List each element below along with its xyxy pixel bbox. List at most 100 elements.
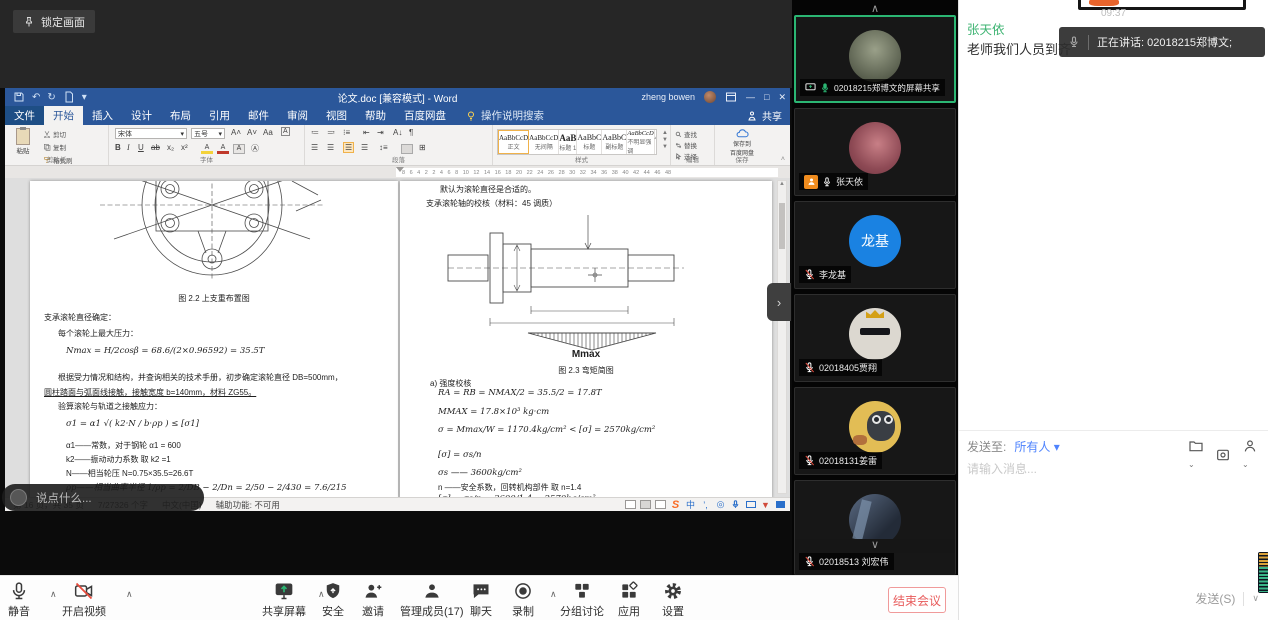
sogou-mic-icon[interactable] [730, 499, 741, 510]
start-video-button[interactable]: 开启视频 [62, 581, 106, 619]
breakout-rooms-button[interactable]: 分组讨论 [560, 581, 604, 619]
participant-tile[interactable]: 龙基 李龙基 [794, 201, 956, 289]
line-spacing-icon[interactable]: ↕≡ [379, 143, 388, 152]
enclose-char-icon[interactable]: Ⓐ [251, 143, 259, 154]
numbering-icon[interactable]: ≕ [327, 128, 335, 137]
video-options-chevron[interactable]: ∧ [126, 589, 133, 600]
sogou-emoji-icon[interactable]: ◎ [715, 499, 726, 510]
cut-button[interactable]: 剪切 [43, 129, 73, 139]
security-button[interactable]: 安全 [322, 581, 344, 619]
styles-up-icon[interactable]: ▲ [662, 130, 668, 136]
tab-layout[interactable]: 布局 [161, 106, 200, 125]
sogou-skin-icon[interactable]: ▼ [760, 499, 771, 510]
tab-file[interactable]: 文件 [5, 106, 44, 125]
style-normal[interactable]: AaBbCcD正文 [498, 130, 529, 154]
scrollbar-thumb[interactable] [779, 203, 785, 249]
mute-options-chevron[interactable]: ∧ [50, 589, 57, 600]
print-layout-icon[interactable] [640, 500, 651, 509]
align-center-icon[interactable]: ☰ [327, 143, 334, 152]
accessibility-status[interactable]: 辅助功能: 不可用 [216, 499, 280, 511]
sidebar-collapse-handle[interactable]: › [767, 283, 791, 321]
tab-view[interactable]: 视图 [317, 106, 356, 125]
record-button[interactable]: 录制 [512, 581, 534, 619]
sogou-punctuation-icon[interactable]: ’, [700, 499, 711, 510]
style-title[interactable]: AaBbC标题 [577, 130, 602, 154]
distribute-icon[interactable]: ☰ [361, 143, 368, 152]
multilevel-list-icon[interactable]: ⁝≡ [343, 128, 350, 137]
underline-button[interactable]: U [138, 143, 144, 152]
tab-baidu-netdisk[interactable]: 百度网盘 [395, 106, 455, 125]
show-marks-icon[interactable]: ¶ [409, 128, 413, 137]
send-button[interactable]: 发送(S) [1195, 590, 1235, 607]
highlight-color-icon[interactable]: A [201, 144, 213, 154]
participant-tile[interactable]: ∨ 02018513 刘宏伟 [794, 480, 956, 575]
record-options-chevron[interactable]: ∧ [550, 589, 557, 600]
scroll-up-arrow[interactable]: ▲ [778, 181, 786, 187]
char-border-icon[interactable]: A [281, 127, 290, 136]
scroll-up-chevron[interactable]: ∧ [792, 2, 958, 15]
find-button[interactable]: 查找 [675, 129, 697, 139]
account-name[interactable]: zheng bowen [641, 92, 695, 102]
sogou-keyboard-icon[interactable] [745, 499, 756, 510]
audience-select[interactable]: 所有人 ▾ [1014, 438, 1059, 455]
change-case-icon[interactable]: Aa [263, 128, 273, 137]
superscript-icon[interactable]: x² [181, 143, 188, 152]
font-name-select[interactable]: 宋体▾ [115, 128, 187, 139]
document-canvas[interactable]: 图 2.2 上支重布置图 支承滚轮直径确定： 每个滚轮上最大压力： Nmax =… [5, 178, 790, 497]
style-emphasis[interactable]: AaBbCcD强调 [655, 130, 657, 154]
tab-mailings[interactable]: 邮件 [239, 106, 278, 125]
styles-down-icon[interactable]: ▼ [662, 137, 668, 143]
style-no-spacing[interactable]: AaBbCcD无间隔 [529, 130, 559, 154]
indent-marker[interactable] [396, 167, 404, 172]
scroll-down-chevron[interactable]: ∨ [795, 539, 955, 553]
increase-indent-icon[interactable]: ⇥ [377, 128, 384, 137]
chat-button[interactable]: 聊天 [470, 581, 492, 619]
tab-design[interactable]: 设计 [122, 106, 161, 125]
styles-more-icon[interactable]: ▼ [662, 144, 668, 150]
char-shading-icon[interactable]: A [233, 144, 245, 154]
message-input[interactable]: 请输入消息... [967, 460, 1037, 477]
maximize-button[interactable]: □ [764, 92, 769, 102]
minimize-button[interactable]: — [746, 92, 755, 102]
web-layout-icon[interactable] [655, 500, 666, 509]
screenshot-icon[interactable] [1215, 447, 1231, 463]
copy-button[interactable]: 复制 [43, 142, 73, 152]
paste-button[interactable]: 粘贴 [11, 128, 35, 155]
subscript-icon[interactable]: x₂ [167, 143, 174, 152]
mute-button[interactable]: 静音 [8, 581, 30, 619]
tab-review[interactable]: 审阅 [278, 106, 317, 125]
ribbon-display-icon[interactable] [725, 91, 737, 103]
style-subtitle[interactable]: AaBbC副标题 [602, 130, 627, 154]
tell-me-search[interactable]: 操作说明搜索 [465, 106, 544, 125]
end-meeting-button[interactable]: 结束会议 [888, 587, 946, 613]
bullets-icon[interactable]: ≔ [311, 128, 319, 137]
justify-icon[interactable]: ☰ [343, 142, 354, 153]
invite-button[interactable]: 邀请 [362, 581, 384, 619]
align-left-icon[interactable]: ☰ [311, 143, 318, 152]
sogou-toolbox-icon[interactable] [775, 499, 786, 510]
tab-references[interactable]: 引用 [200, 106, 239, 125]
style-subtle-emphasis[interactable]: AaBbCcD不明显强调 [627, 130, 654, 154]
share-button[interactable]: 共享 [746, 106, 782, 125]
participant-tile[interactable]: 02018131姜雷 [794, 387, 956, 475]
shading-icon[interactable] [401, 144, 413, 154]
participant-tile-host[interactable]: 张天依 [794, 108, 956, 196]
strikethrough-icon[interactable]: ab [151, 143, 160, 152]
bold-button[interactable]: B [115, 143, 121, 152]
save-to-baidu-button[interactable]: 保存到百度网盘 [723, 128, 761, 157]
decrease-indent-icon[interactable]: ⇤ [363, 128, 370, 137]
participant-tile[interactable]: 02018405贾翔 [794, 294, 956, 382]
file-icon[interactable]: ⌄ [1188, 438, 1204, 472]
shrink-font-icon[interactable]: A˅ [247, 128, 257, 137]
manage-members-button[interactable]: 管理成员(17) [400, 581, 464, 619]
account-avatar[interactable] [704, 91, 716, 103]
style-heading1[interactable]: AaB标题 1 [559, 130, 577, 154]
share-screen-button[interactable]: 共享屏幕 [262, 581, 306, 619]
sort-icon[interactable]: A↓ [393, 128, 402, 137]
italic-button[interactable]: I [127, 143, 130, 152]
tab-insert[interactable]: 插入 [83, 106, 122, 125]
member-message-icon[interactable]: ⌄ [1242, 438, 1258, 472]
font-size-select[interactable]: 五号▾ [191, 128, 225, 139]
document-scrollbar[interactable]: ▲ [777, 180, 787, 494]
caption-overlay[interactable]: 说点什么... [2, 484, 204, 511]
